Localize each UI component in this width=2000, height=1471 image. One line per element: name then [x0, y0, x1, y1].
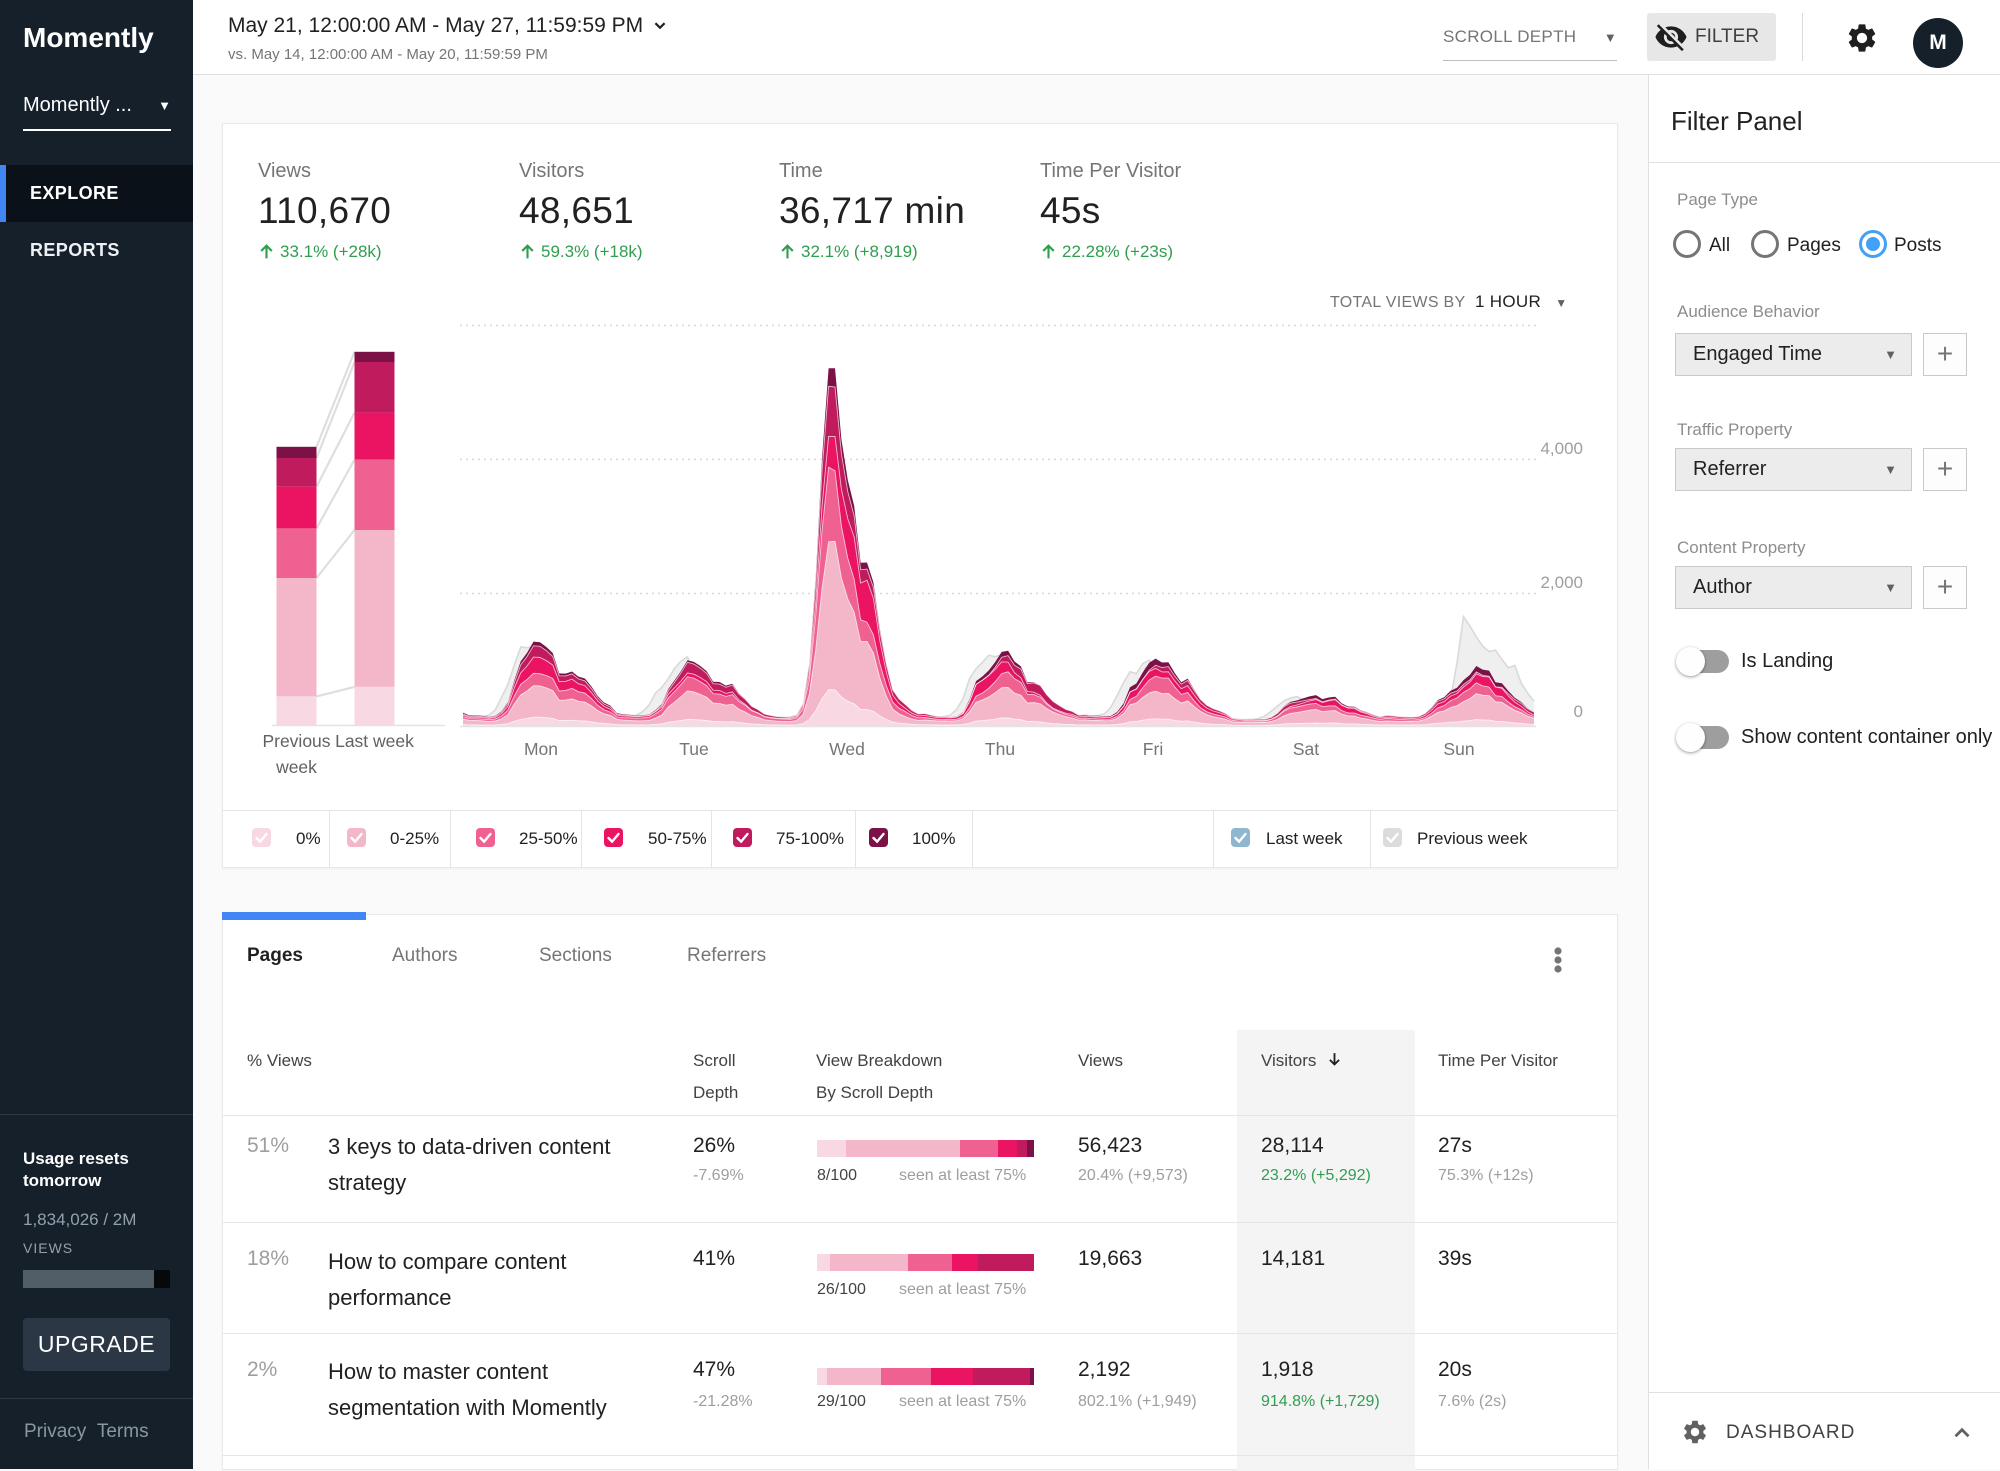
svg-text:0: 0 — [1574, 702, 1583, 721]
svg-text:Thu: Thu — [985, 739, 1015, 759]
svg-text:Sat: Sat — [1293, 739, 1319, 759]
svg-text:Sun: Sun — [1443, 739, 1474, 759]
svg-text:Previous: Previous — [262, 731, 330, 751]
svg-text:Mon: Mon — [524, 739, 558, 759]
svg-text:4,000: 4,000 — [1540, 439, 1583, 458]
svg-text:Wed: Wed — [829, 739, 865, 759]
svg-text:Fri: Fri — [1143, 739, 1163, 759]
svg-text:week: week — [275, 757, 317, 777]
svg-text:Last week: Last week — [335, 731, 414, 751]
svg-text:2,000: 2,000 — [1540, 573, 1583, 592]
svg-text:Tue: Tue — [679, 739, 709, 759]
